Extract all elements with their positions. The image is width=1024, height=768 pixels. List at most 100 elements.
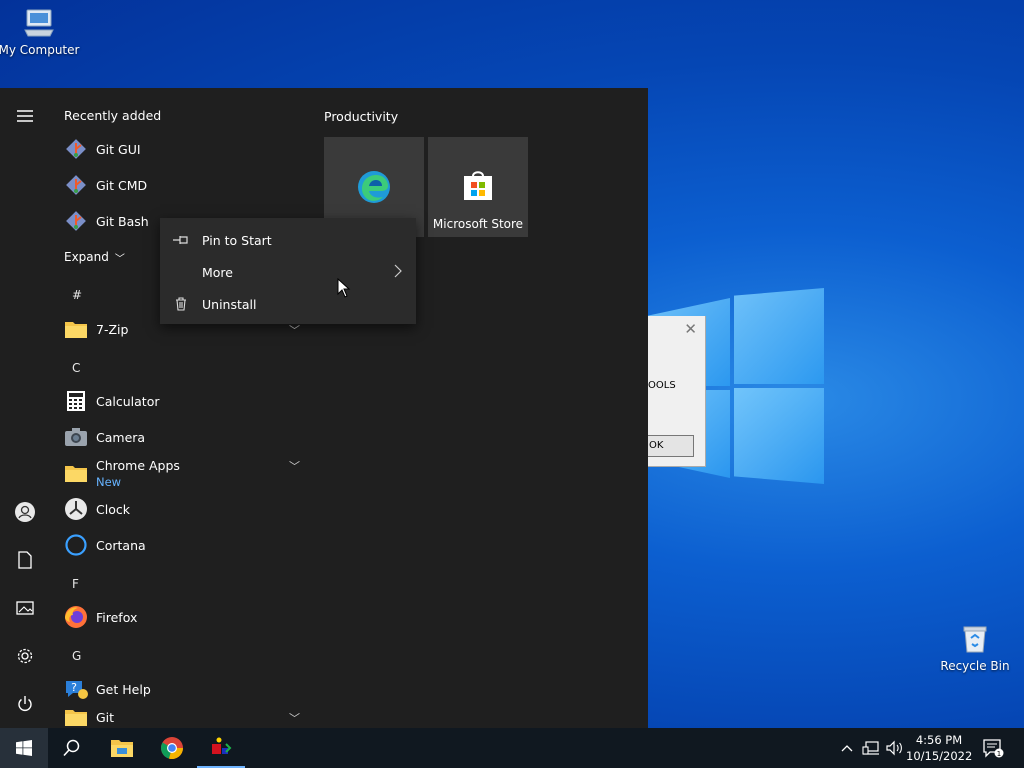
- context-item-label: Uninstall: [202, 296, 257, 312]
- list-item-get-help[interactable]: ? Get Help: [64, 675, 151, 703]
- tile-microsoft-store[interactable]: Microsoft Store: [428, 137, 528, 237]
- list-item-git-bash[interactable]: Git Bash: [64, 207, 149, 235]
- section-header-g[interactable]: G: [72, 649, 81, 663]
- chevron-down-icon[interactable]: ﹀: [289, 458, 300, 474]
- taskbar-chrome[interactable]: [148, 728, 196, 768]
- list-item-cortana[interactable]: Cortana: [64, 531, 146, 559]
- chevron-down-icon[interactable]: ﹀: [289, 322, 300, 338]
- windows-logo-icon: [16, 740, 32, 756]
- list-item-7zip[interactable]: 7-Zip: [64, 315, 128, 343]
- chevron-down-icon[interactable]: ﹀: [289, 710, 300, 726]
- recycle-bin-label: Recycle Bin: [940, 659, 1010, 673]
- app-icon: [212, 737, 232, 754]
- clock-time: 4:56 PM: [915, 733, 963, 747]
- context-item-more[interactable]: More: [160, 256, 416, 288]
- context-menu: Pin to Start More Uninstall: [160, 218, 416, 324]
- section-header-f[interactable]: F: [72, 577, 79, 591]
- clock-icon: [64, 497, 88, 521]
- show-hidden-icons-button[interactable]: [838, 728, 856, 768]
- list-item-label: Firefox: [96, 609, 138, 625]
- context-item-pin-to-start[interactable]: Pin to Start: [160, 224, 416, 256]
- list-item-firefox[interactable]: Firefox: [64, 603, 137, 631]
- list-item-label: 7-Zip: [96, 321, 129, 337]
- start-menu: Recently added Git GUI Git CMD Git Bash …: [0, 88, 648, 728]
- new-badge: New: [96, 475, 122, 489]
- user-avatar-icon[interactable]: [14, 501, 36, 523]
- power-icon[interactable]: [14, 693, 36, 715]
- camera-icon: [64, 425, 88, 449]
- productivity-group-title[interactable]: Productivity: [324, 109, 398, 124]
- chrome-icon: [161, 737, 184, 760]
- list-item-git-cmd[interactable]: Git CMD: [64, 171, 147, 199]
- list-item-label: Clock: [96, 501, 130, 517]
- list-item-calculator[interactable]: Calculator: [64, 387, 159, 415]
- background-dialog: ✕ OOLS OK: [648, 316, 706, 467]
- edge-icon: [358, 171, 390, 203]
- settings-gear-icon[interactable]: [14, 645, 36, 667]
- my-computer-label: My Computer: [0, 43, 80, 57]
- chevron-right-icon: [394, 264, 402, 281]
- list-item-git-folder[interactable]: Git: [64, 703, 114, 728]
- pictures-icon[interactable]: [14, 597, 36, 619]
- pin-icon: [160, 234, 202, 246]
- speaker-icon: [886, 740, 902, 756]
- search-button[interactable]: [48, 728, 96, 768]
- taskbar: 4:56 PM 10/15/2022 1: [0, 728, 1024, 768]
- expand-label: Expand: [64, 250, 109, 264]
- svg-text:?: ?: [71, 681, 77, 694]
- mouse-cursor-icon: [337, 278, 351, 298]
- recently-added-header: Recently added: [64, 108, 162, 123]
- computer-icon: [24, 9, 54, 37]
- documents-icon[interactable]: [14, 549, 36, 571]
- context-item-label: More: [202, 264, 233, 280]
- calculator-icon: [64, 389, 88, 413]
- desktop-icon-my-computer[interactable]: My Computer: [0, 8, 84, 57]
- recycle-bin-icon: [963, 626, 987, 653]
- app-list: Recently added Git GUI Git CMD Git Bash …: [48, 88, 310, 728]
- list-item-label: Git CMD: [96, 177, 148, 193]
- git-icon: [64, 137, 88, 161]
- list-item-label: Git Bash: [96, 213, 149, 229]
- list-item-camera[interactable]: Camera: [64, 423, 145, 451]
- taskbar-clock[interactable]: 4:56 PM 10/15/2022: [906, 732, 972, 764]
- expand-button[interactable]: Expand ﹀: [64, 243, 125, 271]
- network-icon: [862, 741, 879, 755]
- firefox-icon: [64, 605, 88, 629]
- list-item-label: Calculator: [96, 393, 160, 409]
- list-item-git-gui[interactable]: Git GUI: [64, 135, 141, 163]
- dialog-text: OOLS: [648, 380, 676, 391]
- chevron-up-icon: [841, 745, 853, 752]
- section-header-c[interactable]: C: [72, 361, 80, 375]
- help-icon: ?: [64, 677, 88, 701]
- folder-icon: [64, 317, 88, 341]
- list-item-label: Git: [96, 709, 115, 725]
- list-item-clock[interactable]: Clock: [64, 495, 130, 523]
- trash-icon: [160, 297, 202, 311]
- store-bag-icon: [464, 171, 492, 200]
- list-item-label: Chrome Apps: [96, 457, 180, 473]
- close-icon[interactable]: ✕: [684, 320, 697, 338]
- clock-date: 10/15/2022: [906, 749, 973, 763]
- git-icon: [64, 173, 88, 197]
- action-center-button[interactable]: 1: [980, 728, 1006, 768]
- hamburger-icon[interactable]: [14, 105, 36, 127]
- notification-icon: 1: [983, 739, 1004, 758]
- list-item-label: Cortana: [96, 537, 146, 553]
- volume-button[interactable]: [884, 728, 906, 768]
- network-button[interactable]: [860, 728, 882, 768]
- taskbar-file-explorer[interactable]: [98, 728, 146, 768]
- taskbar-running-app[interactable]: [197, 728, 245, 768]
- file-explorer-icon: [111, 740, 133, 757]
- start-button[interactable]: [0, 728, 48, 768]
- context-item-uninstall[interactable]: Uninstall: [160, 288, 416, 320]
- list-item-chrome-apps[interactable]: Chrome Apps: [64, 457, 180, 487]
- desktop-icon-recycle-bin[interactable]: Recycle Bin: [930, 624, 1020, 673]
- start-rail: [0, 88, 48, 728]
- list-item-label: Camera: [96, 429, 146, 445]
- section-header-hash[interactable]: #: [72, 288, 82, 302]
- list-item-label: Git GUI: [96, 141, 141, 157]
- context-item-label: Pin to Start: [202, 232, 272, 248]
- dialog-ok-button[interactable]: OK: [648, 435, 694, 457]
- list-item-label: Get Help: [96, 681, 151, 697]
- search-icon: [63, 739, 80, 757]
